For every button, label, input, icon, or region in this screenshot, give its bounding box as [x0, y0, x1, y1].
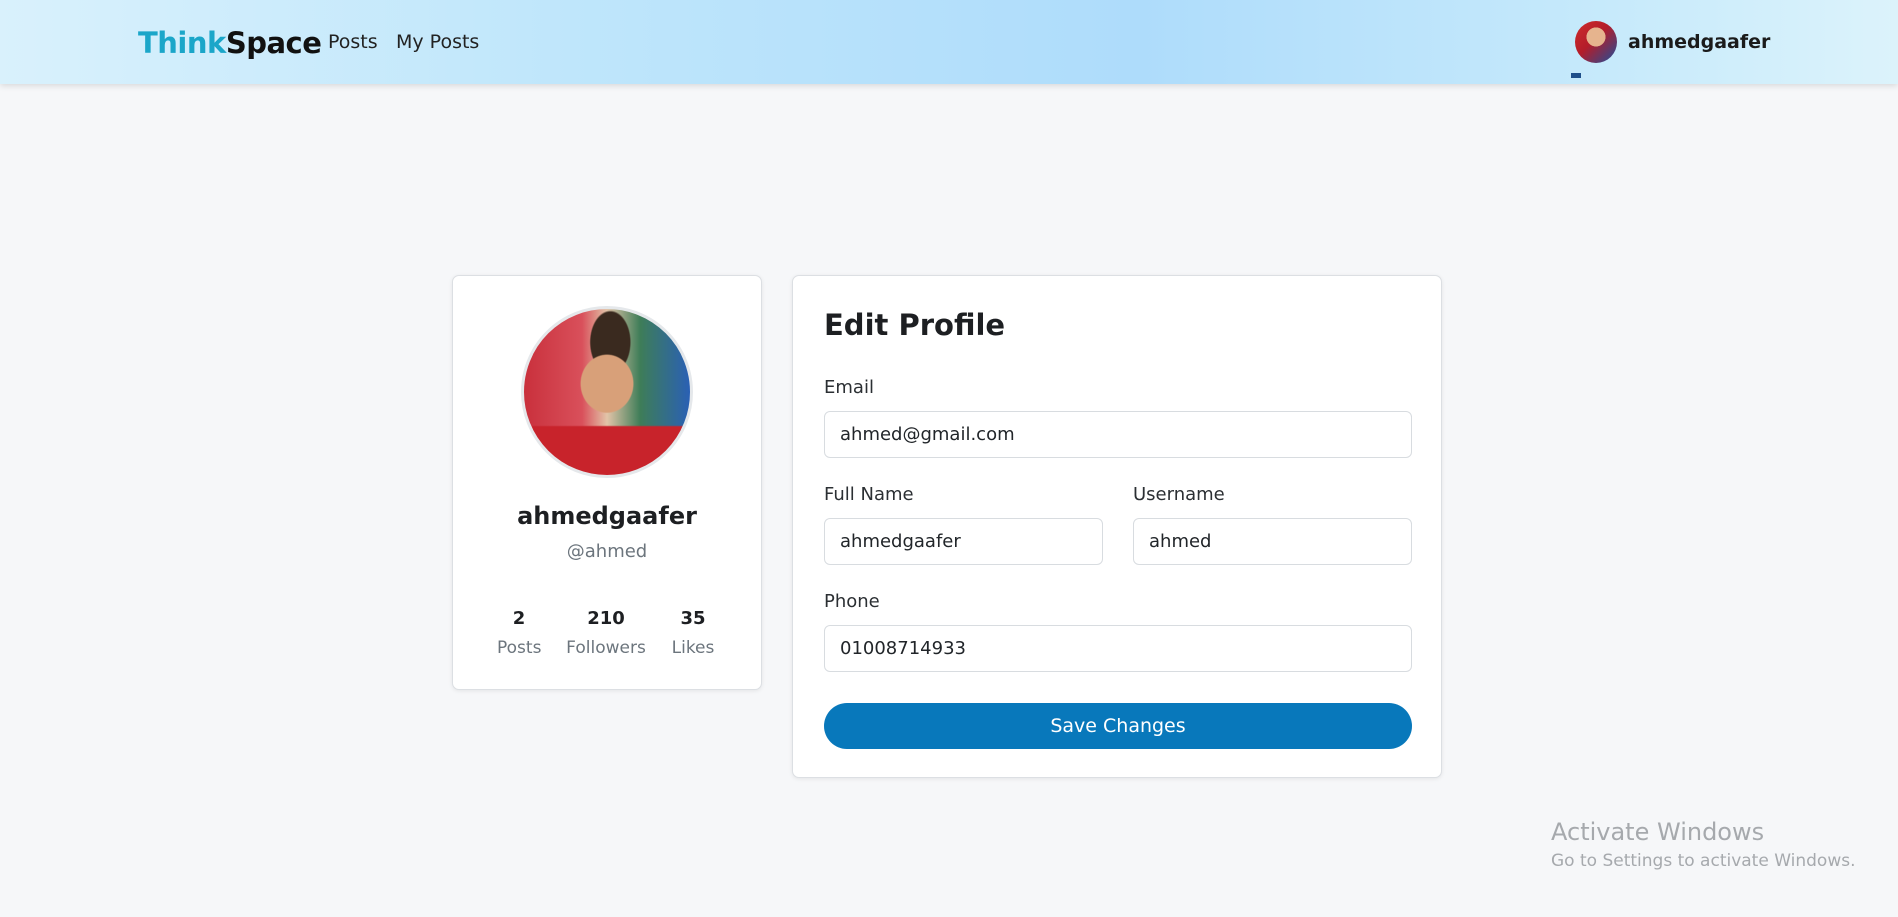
username-label: Username [1133, 484, 1225, 505]
username-field[interactable] [1133, 518, 1412, 565]
profile-name: ahmedgaafer [517, 502, 697, 530]
edit-profile-card: Edit Profile Email Full Name Username Ph… [792, 275, 1442, 778]
full-name-label: Full Name [824, 484, 914, 505]
nav-link-my-posts[interactable]: My Posts [396, 31, 479, 53]
stat-followers: 210 Followers [566, 608, 646, 658]
profile-photo [521, 306, 693, 478]
activate-windows-subtitle: Go to Settings to activate Windows. [1551, 851, 1856, 871]
stat-label: Posts [497, 638, 542, 658]
nav-username: ahmedgaafer [1628, 31, 1771, 53]
stat-value: 210 [587, 608, 625, 629]
phone-label: Phone [824, 591, 880, 612]
profile-card: ahmedgaafer @ahmed 2 Posts 210 Followers… [452, 275, 762, 690]
stat-label: Followers [566, 638, 646, 658]
activate-windows-title: Activate Windows [1551, 818, 1765, 846]
full-name-field[interactable] [824, 518, 1103, 565]
nav-link-posts[interactable]: Posts [328, 31, 378, 53]
stat-posts: 2 Posts [497, 608, 541, 658]
profile-handle: @ahmed [566, 541, 648, 562]
top-navbar: ThinkSpace Posts My Posts ahmedgaafer [0, 0, 1898, 84]
dropdown-indicator [1571, 73, 1581, 78]
form-title: Edit Profile [824, 308, 1006, 342]
email-label: Email [824, 377, 874, 398]
stat-value: 35 [680, 608, 706, 629]
stat-value: 2 [512, 608, 526, 629]
brand-logo[interactable]: ThinkSpace [138, 26, 322, 60]
brand-think: Think [138, 26, 226, 60]
stat-label: Likes [671, 638, 715, 658]
stat-likes: 35 Likes [671, 608, 715, 658]
email-field[interactable] [824, 411, 1412, 458]
save-changes-button[interactable]: Save Changes [824, 703, 1412, 749]
phone-field[interactable] [824, 625, 1412, 672]
nav-user-menu[interactable]: ahmedgaafer [1575, 21, 1770, 63]
user-avatar-icon [1575, 21, 1617, 63]
brand-space: Space [225, 26, 322, 60]
